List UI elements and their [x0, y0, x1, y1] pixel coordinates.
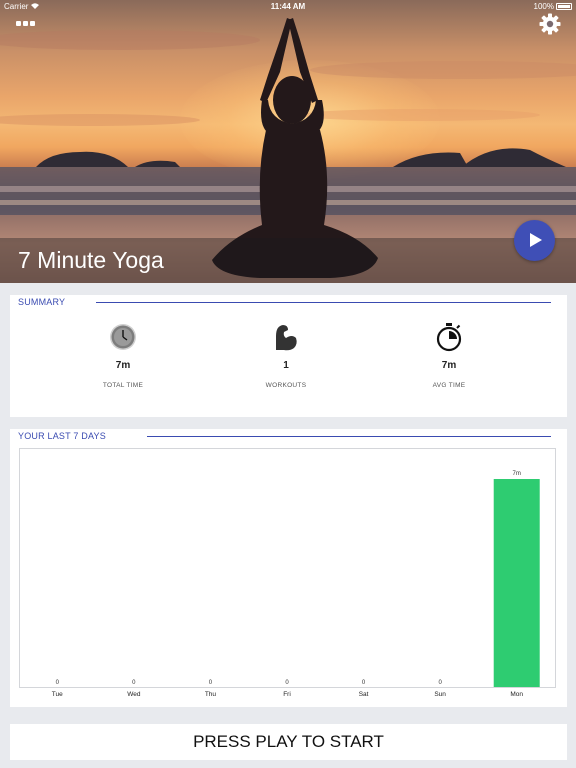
chart-value-label: 0 — [285, 680, 289, 686]
chart-value-label: 7m — [513, 471, 521, 477]
chart-x-tick-label: Wed — [127, 691, 141, 698]
chart-x-tick-label: Tue — [52, 691, 63, 698]
stat-avg-time: 7m AVG TIME — [369, 322, 529, 389]
chart-value-label: 0 — [56, 680, 60, 686]
stat-value: 7m — [115, 360, 131, 371]
chart-x-tick-label: Sat — [359, 691, 369, 698]
chart-value-label: 0 — [438, 680, 442, 686]
menu-dot — [16, 21, 21, 26]
page-title: 7 Minute Yoga — [18, 247, 164, 273]
chart-value-label: 0 — [132, 680, 136, 686]
flexed-arm-icon — [276, 325, 297, 351]
last-7-days-card: YOUR LAST 7 DAYS 0 Tue 0 Wed 0 Thu 0 Fri 0 Sat 0 Su… — [10, 429, 567, 707]
press-play-to-start-bar[interactable]: PRESS PLAY TO START — [10, 724, 567, 760]
stat-total-time: 7m TOTAL TIME — [43, 322, 203, 389]
stat-label: TOTAL TIME — [102, 382, 144, 389]
stat-value: 1 — [283, 360, 289, 371]
grid-dots-icon[interactable] — [16, 21, 36, 29]
summary-heading: SUMMARY — [18, 297, 66, 307]
chart-frame — [19, 448, 556, 688]
chart-x-tick-label: Sun — [434, 691, 446, 698]
chart-x-tick-label: Fri — [283, 691, 291, 698]
last-7-days-chart: 0 Tue 0 Wed 0 Thu 0 Fri 0 Sat 0 Sun 7m Mon — [19, 448, 556, 698]
stat-label: WORKOUTS — [265, 382, 307, 389]
last-days-heading: YOUR LAST 7 DAYS — [18, 431, 106, 441]
chart-value-label: 0 — [209, 680, 213, 686]
chart-x-tick-label: Thu — [205, 691, 217, 698]
menu-dot — [30, 21, 35, 26]
play-button[interactable] — [514, 220, 555, 261]
stat-label: AVG TIME — [432, 382, 466, 389]
stat-value: 7m — [441, 360, 457, 371]
stopwatch-icon — [436, 323, 462, 352]
chart-x-tick-label: Mon — [510, 691, 523, 698]
clock-icon — [110, 324, 136, 350]
summary-divider — [96, 302, 551, 303]
menu-dot — [23, 21, 28, 26]
stat-workouts: 1 WORKOUTS — [206, 322, 366, 389]
status-time: 11:44 AM — [270, 2, 306, 11]
battery-icon — [556, 3, 572, 10]
chart-bar-mon — [493, 479, 540, 687]
chart-value-label: 0 — [362, 680, 366, 686]
status-bar: Carrier 11:44 AM 100% — [0, 0, 576, 14]
summary-card: SUMMARY 7m TOTAL TIME 1 WORKOUTS 7m AVG … — [10, 295, 567, 417]
gear-icon[interactable] — [536, 10, 564, 38]
last-days-divider — [147, 436, 551, 437]
